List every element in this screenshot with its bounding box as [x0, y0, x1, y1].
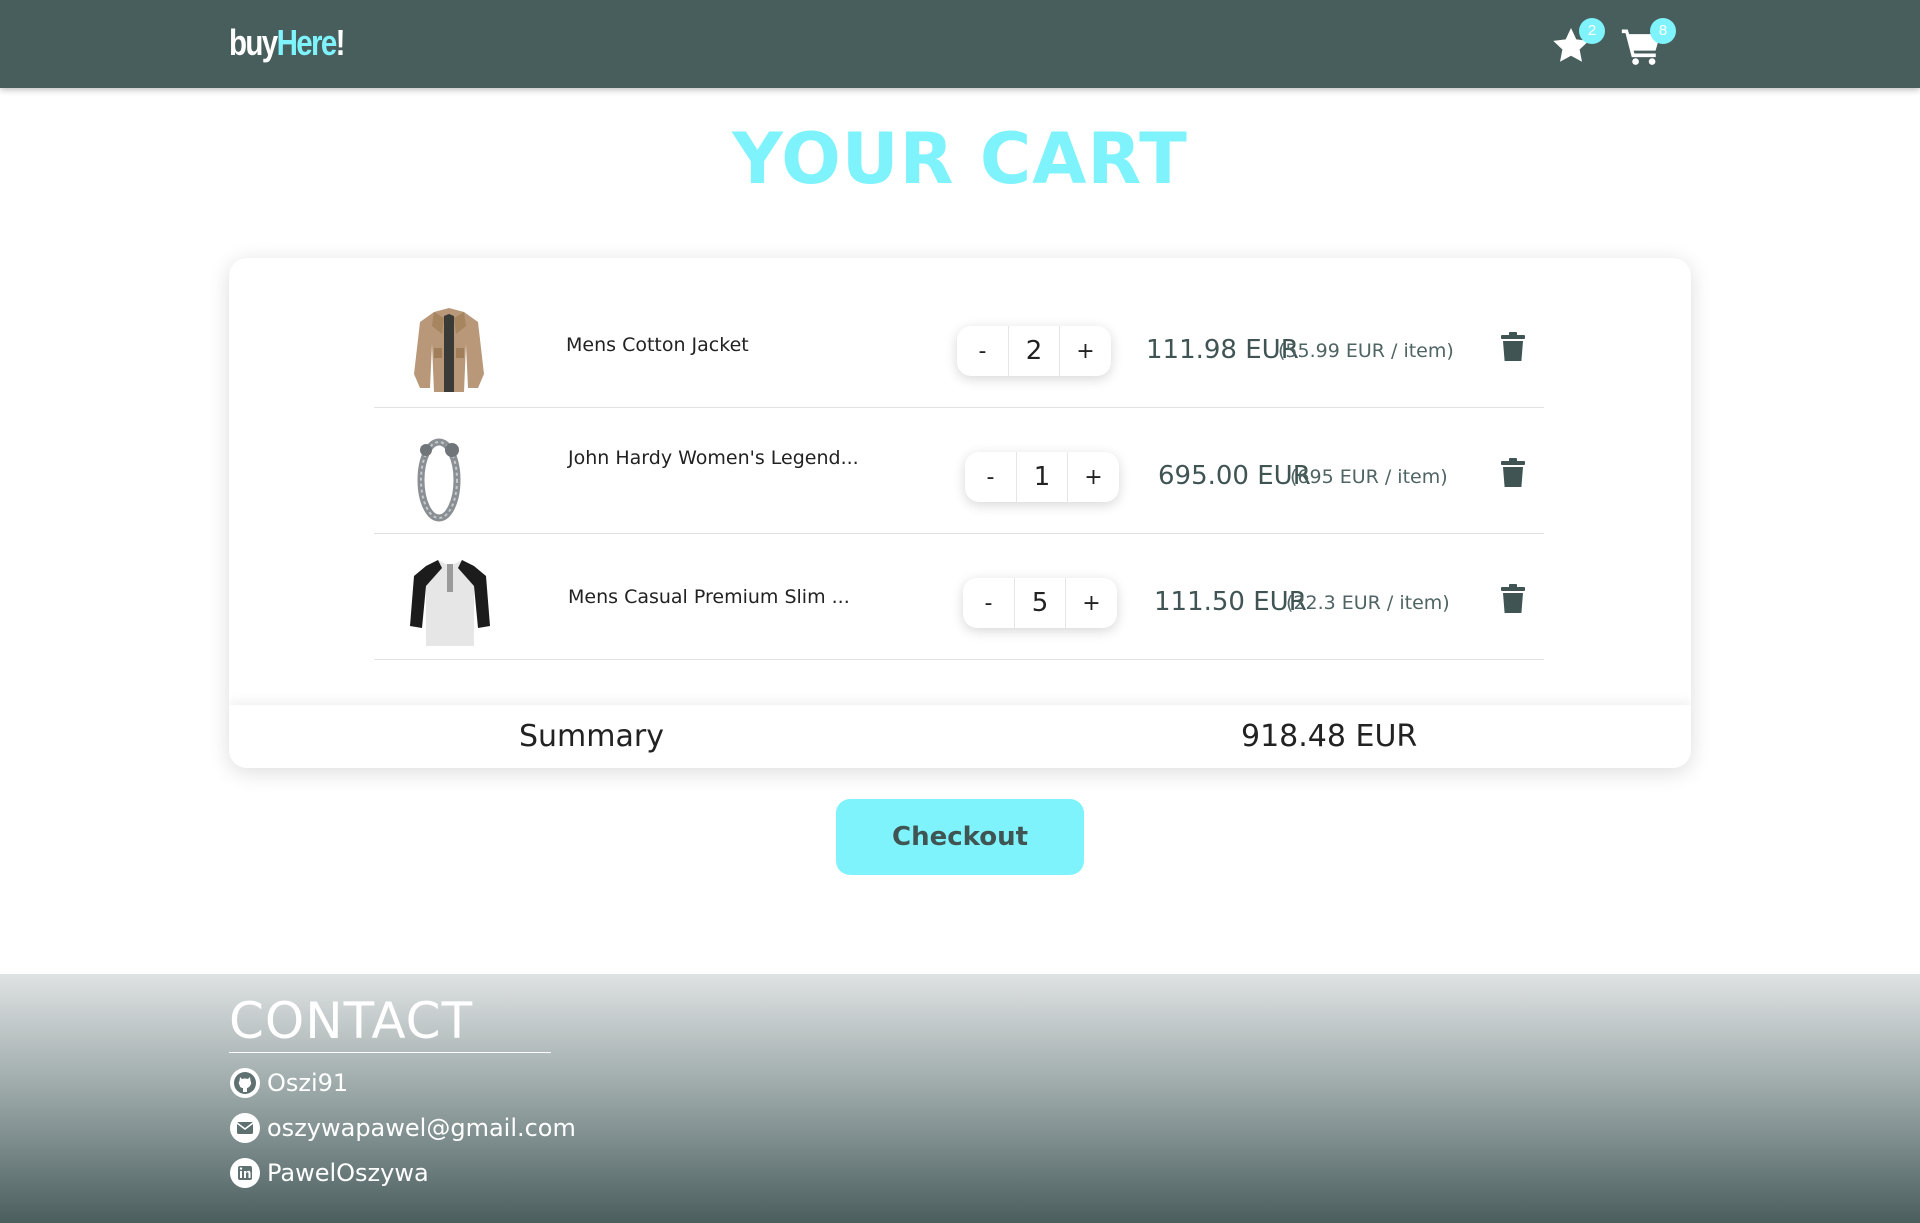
- linkedin-icon: [229, 1157, 261, 1189]
- increment-button[interactable]: +: [1066, 578, 1117, 628]
- delete-item-button[interactable]: [1500, 584, 1526, 614]
- unit-price: (55.99 EUR / item): [1278, 340, 1454, 362]
- delete-item-button[interactable]: [1500, 332, 1526, 362]
- cart-item-row: Mens Casual Premium Slim ... - 5 + 111.5…: [374, 534, 1544, 660]
- quantity-value: 2: [1008, 326, 1060, 376]
- checkout-button[interactable]: Checkout: [836, 799, 1084, 875]
- trash-icon: [1500, 332, 1526, 362]
- logo-text-here: Here: [276, 22, 338, 63]
- tshirt-image[interactable]: [404, 556, 494, 650]
- cart-item-row: John Hardy Women's Legend... - 1 + 695.0…: [374, 408, 1544, 534]
- decrement-button[interactable]: -: [965, 452, 1016, 502]
- github-link[interactable]: Oszi91: [229, 1066, 348, 1100]
- favorites-button[interactable]: 2: [1549, 18, 1605, 68]
- envelope-icon: [229, 1112, 261, 1144]
- favorites-count-badge: 2: [1579, 18, 1605, 44]
- cart-count-badge: 8: [1650, 18, 1676, 44]
- quantity-stepper: - 1 +: [965, 452, 1119, 502]
- cart-panel: Mens Cotton Jacket - 2 + 111.98 EUR (55.…: [229, 258, 1691, 768]
- jacket-image[interactable]: [404, 304, 494, 398]
- page-title: YOUR CART: [732, 118, 1188, 200]
- email-address: oszywapawel@gmail.com: [267, 1114, 576, 1142]
- trash-icon: [1500, 584, 1526, 614]
- line-total: 695.00 EUR: [1158, 461, 1311, 491]
- linkedin-username: PawelOszywa: [267, 1159, 429, 1187]
- top-navbar: buyHere! 2 8: [0, 0, 1920, 88]
- contact-heading: CONTACT: [229, 992, 551, 1053]
- cart-button[interactable]: 8: [1620, 18, 1676, 68]
- quantity-value: 5: [1014, 578, 1066, 628]
- summary-label: Summary: [519, 719, 664, 754]
- line-total: 111.98 EUR: [1146, 335, 1299, 365]
- unit-price: (22.3 EUR / item): [1286, 592, 1450, 614]
- footer: CONTACT Oszi91 oszywapawel@gmail.com Paw…: [0, 974, 1920, 1223]
- quantity-value: 1: [1016, 452, 1068, 502]
- cart-item-row: Mens Cotton Jacket - 2 + 111.98 EUR (55.…: [374, 282, 1544, 408]
- summary-total: 918.48 EUR: [1241, 719, 1418, 754]
- linkedin-link[interactable]: PawelOszywa: [229, 1156, 429, 1190]
- decrement-button[interactable]: -: [957, 326, 1008, 376]
- logo[interactable]: buyHere!: [229, 20, 346, 66]
- trash-icon: [1500, 458, 1526, 488]
- unit-price: (695 EUR / item): [1290, 466, 1448, 488]
- summary-bar: Summary 918.48 EUR: [229, 705, 1691, 768]
- product-name[interactable]: Mens Cotton Jacket: [566, 333, 866, 357]
- email-link[interactable]: oszywapawel@gmail.com: [229, 1111, 576, 1145]
- increment-button[interactable]: +: [1060, 326, 1111, 376]
- github-icon: [229, 1067, 261, 1099]
- line-total: 111.50 EUR: [1154, 587, 1307, 617]
- github-username: Oszi91: [267, 1069, 349, 1097]
- logo-text-exclamation: !: [335, 22, 346, 63]
- product-name[interactable]: Mens Casual Premium Slim ...: [568, 585, 868, 609]
- product-name[interactable]: John Hardy Women's Legend...: [568, 446, 868, 470]
- decrement-button[interactable]: -: [963, 578, 1014, 628]
- quantity-stepper: - 5 +: [963, 578, 1117, 628]
- quantity-stepper: - 2 +: [957, 326, 1111, 376]
- logo-text-buy: buy: [229, 22, 278, 63]
- delete-item-button[interactable]: [1500, 458, 1526, 488]
- increment-button[interactable]: +: [1068, 452, 1119, 502]
- bracelet-image[interactable]: [404, 430, 494, 524]
